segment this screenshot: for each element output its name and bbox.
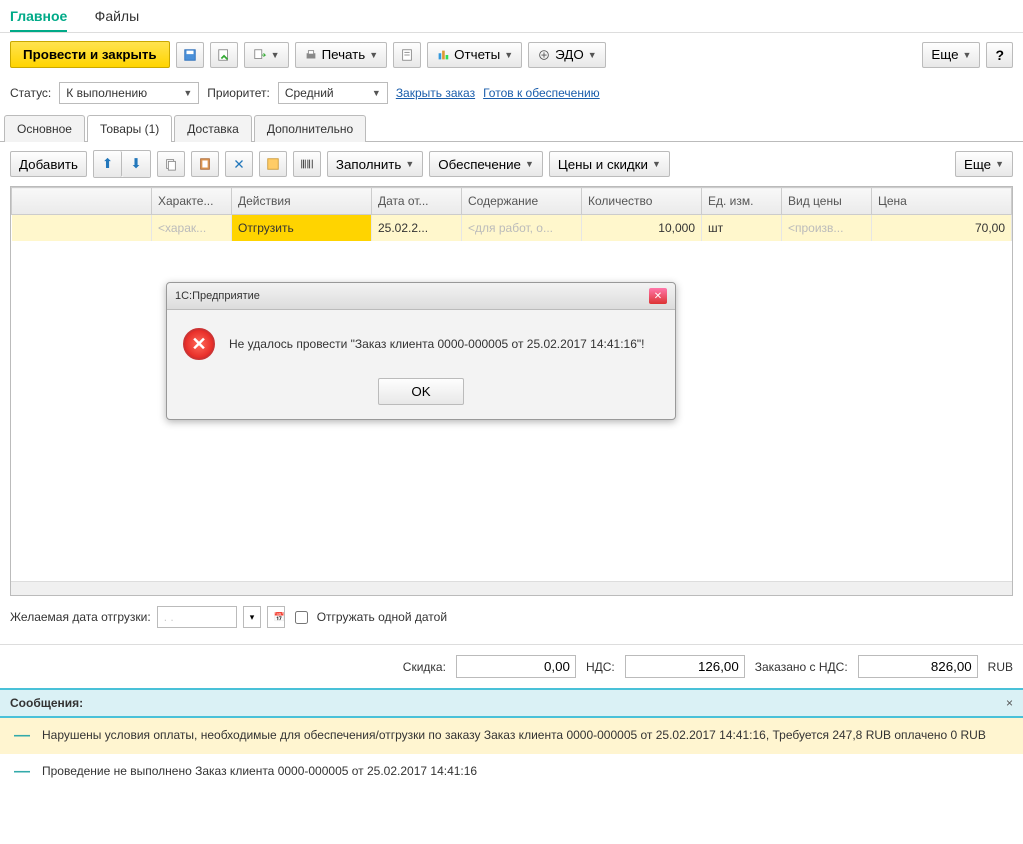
message-bullet-icon: — (14, 728, 30, 744)
messages-title: Сообщения: (10, 696, 83, 710)
cell-content[interactable]: <для работ, о... (462, 215, 582, 242)
ready-supply-link[interactable]: Готов к обеспечению (483, 86, 600, 100)
vat-value (625, 655, 745, 678)
move-down-icon[interactable]: ⬇ (122, 151, 150, 177)
create-based-on-button[interactable]: ▼ (244, 42, 289, 68)
cell-date[interactable]: 25.02.2... (372, 215, 462, 242)
split-icon[interactable] (225, 151, 253, 177)
cell-char[interactable]: <харак... (152, 215, 232, 242)
fill-button[interactable]: Заполнить▼ (327, 151, 423, 177)
dialog-title: 1С:Предприятие (175, 290, 260, 302)
col-pricetype[interactable]: Вид цены (782, 188, 872, 215)
move-up-icon[interactable]: ⬆ (94, 151, 122, 177)
message-text: Проведение не выполнено Заказ клиента 00… (42, 764, 477, 778)
tab-delivery[interactable]: Доставка (174, 115, 252, 142)
col-unit[interactable]: Ед. изм. (702, 188, 782, 215)
barcode-icon[interactable] (293, 151, 321, 177)
grid-more-button[interactable]: Еще▼ (955, 151, 1013, 177)
post-icon[interactable] (210, 42, 238, 68)
ok-button[interactable]: OK (378, 378, 463, 405)
cell-unit[interactable]: шт (702, 215, 782, 242)
attach-icon[interactable] (393, 42, 421, 68)
help-button[interactable]: ? (986, 42, 1013, 68)
more-button[interactable]: Еще▼ (922, 42, 980, 68)
ship-date-input[interactable]: . . (157, 606, 237, 628)
print-button[interactable]: Печать▼ (295, 42, 388, 68)
error-icon: ✕ (183, 328, 215, 360)
message-item[interactable]: — Проведение не выполнено Заказ клиента … (0, 754, 1023, 790)
messages-close-icon[interactable]: × (1006, 696, 1013, 710)
table-row[interactable]: <харак... Отгрузить 25.02.2... <для рабо… (12, 215, 1012, 242)
date-calendar-icon[interactable]: 📅 (267, 606, 285, 628)
goods-grid[interactable]: Характе... Действия Дата от... Содержани… (10, 186, 1013, 596)
ordered-label: Заказано с НДС: (755, 660, 848, 674)
vat-label: НДС: (586, 660, 615, 674)
nav-main[interactable]: Главное (10, 8, 67, 32)
close-icon[interactable]: ✕ (649, 288, 667, 304)
add-row-button[interactable]: Добавить (10, 151, 87, 177)
save-icon[interactable] (176, 42, 204, 68)
cell-pricetype[interactable]: <произв... (782, 215, 872, 242)
cell-qty[interactable]: 10,000 (582, 215, 702, 242)
col-content[interactable]: Содержание (462, 188, 582, 215)
message-text: Нарушены условия оплаты, необходимые для… (42, 728, 986, 742)
ordered-value (858, 655, 978, 678)
one-date-label: Отгружать одной датой (317, 610, 447, 624)
col-action[interactable]: Действия (232, 188, 372, 215)
cell-price[interactable]: 70,00 (872, 215, 1012, 242)
col-char[interactable]: Характе... (152, 188, 232, 215)
ship-date-label: Желаемая дата отгрузки: (10, 610, 151, 624)
horizontal-scrollbar[interactable] (11, 581, 1012, 595)
priority-label: Приоритет: (207, 86, 270, 100)
post-and-close-button[interactable]: Провести и закрыть (10, 41, 170, 68)
cell-action[interactable]: Отгрузить (232, 215, 372, 242)
status-label: Статус: (10, 86, 51, 100)
tab-main[interactable]: Основное (4, 115, 85, 142)
col-qty[interactable]: Количество (582, 188, 702, 215)
col-price[interactable]: Цена (872, 188, 1012, 215)
reports-button[interactable]: Отчеты▼ (427, 42, 522, 68)
supply-button[interactable]: Обеспечение▼ (429, 151, 543, 177)
paste-icon[interactable] (191, 151, 219, 177)
date-open-icon[interactable]: ▾ (243, 606, 261, 628)
priority-select[interactable]: Средний▼ (278, 82, 388, 104)
dialog-message: Не удалось провести "Заказ клиента 0000-… (229, 337, 644, 351)
prices-discounts-button[interactable]: Цены и скидки▼ (549, 151, 670, 177)
copy-icon[interactable] (157, 151, 185, 177)
pick-icon[interactable] (259, 151, 287, 177)
discount-value (456, 655, 576, 678)
currency-label: RUB (988, 660, 1013, 674)
one-date-checkbox[interactable] (295, 611, 308, 624)
error-dialog: 1С:Предприятие ✕ ✕ Не удалось провести "… (166, 282, 676, 420)
nav-files[interactable]: Файлы (95, 8, 139, 24)
tab-goods[interactable]: Товары (1) (87, 115, 172, 142)
message-bullet-icon: — (14, 764, 30, 780)
discount-label: Скидка: (403, 660, 446, 674)
status-select[interactable]: К выполнению▼ (59, 82, 199, 104)
message-item[interactable]: — Нарушены условия оплаты, необходимые д… (0, 718, 1023, 754)
edo-button[interactable]: ЭДО▼ (528, 42, 605, 68)
col-date[interactable]: Дата от... (372, 188, 462, 215)
close-order-link[interactable]: Закрыть заказ (396, 86, 475, 100)
tab-extra[interactable]: Дополнительно (254, 115, 366, 142)
